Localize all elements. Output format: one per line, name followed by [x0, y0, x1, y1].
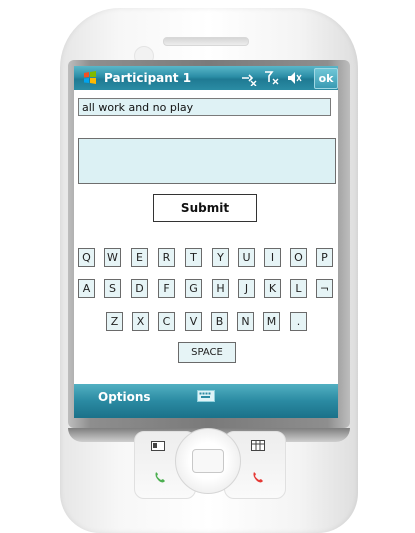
key-i[interactable]: I: [264, 248, 281, 267]
speaker-slot: [163, 37, 249, 46]
key-l[interactable]: L: [290, 279, 307, 298]
phone-call-icon: [153, 470, 167, 487]
key-w[interactable]: W: [104, 248, 121, 267]
window-title: Participant 1: [104, 71, 192, 85]
key-s[interactable]: S: [104, 279, 121, 298]
key-space[interactable]: SPACE: [178, 342, 236, 363]
prompt-text-field: all work and no play: [78, 98, 331, 116]
key-b[interactable]: B: [211, 312, 228, 331]
key-e[interactable]: E: [131, 248, 148, 267]
contact-card-icon: [151, 440, 165, 454]
title-bar: Participant 1 ok: [74, 66, 338, 90]
volume-off-icon[interactable]: [286, 70, 302, 86]
phone-end-icon: [251, 470, 265, 487]
key-f[interactable]: F: [158, 279, 175, 298]
key-u[interactable]: U: [238, 248, 255, 267]
key-k[interactable]: K: [264, 279, 281, 298]
key-x[interactable]: X: [132, 312, 149, 331]
keyboard-icon[interactable]: [197, 390, 215, 402]
key-h[interactable]: H: [212, 279, 229, 298]
key-t[interactable]: T: [185, 248, 202, 267]
key-o[interactable]: O: [290, 248, 307, 267]
dpad-center-button[interactable]: [192, 449, 224, 473]
key-z[interactable]: Z: [106, 312, 123, 331]
key-v[interactable]: V: [185, 312, 202, 331]
key-n[interactable]: N: [237, 312, 254, 331]
calendar-icon: [251, 440, 265, 454]
start-flag-icon[interactable]: [82, 70, 98, 86]
key-period[interactable]: .: [290, 312, 307, 331]
key-y[interactable]: Y: [212, 248, 229, 267]
options-softkey[interactable]: Options: [98, 390, 151, 404]
connectivity-icon[interactable]: [240, 70, 258, 86]
status-icons: [240, 69, 302, 87]
key-r[interactable]: R: [158, 248, 175, 267]
signal-off-icon[interactable]: [264, 70, 280, 86]
key-m[interactable]: M: [263, 312, 280, 331]
key-backspace[interactable]: ¬: [316, 279, 333, 298]
key-j[interactable]: J: [238, 279, 255, 298]
key-q[interactable]: Q: [78, 248, 95, 267]
key-a[interactable]: A: [78, 279, 95, 298]
submit-button[interactable]: Submit: [153, 194, 257, 222]
entry-text-field[interactable]: [78, 138, 336, 184]
screen: Participant 1 ok all work and no play Su…: [74, 66, 338, 418]
dpad[interactable]: [175, 428, 241, 494]
key-d[interactable]: D: [131, 279, 148, 298]
key-c[interactable]: C: [158, 312, 175, 331]
key-g[interactable]: G: [185, 279, 202, 298]
ok-button[interactable]: ok: [314, 68, 338, 89]
key-p[interactable]: P: [316, 248, 333, 267]
menu-bar: Options: [74, 384, 338, 418]
